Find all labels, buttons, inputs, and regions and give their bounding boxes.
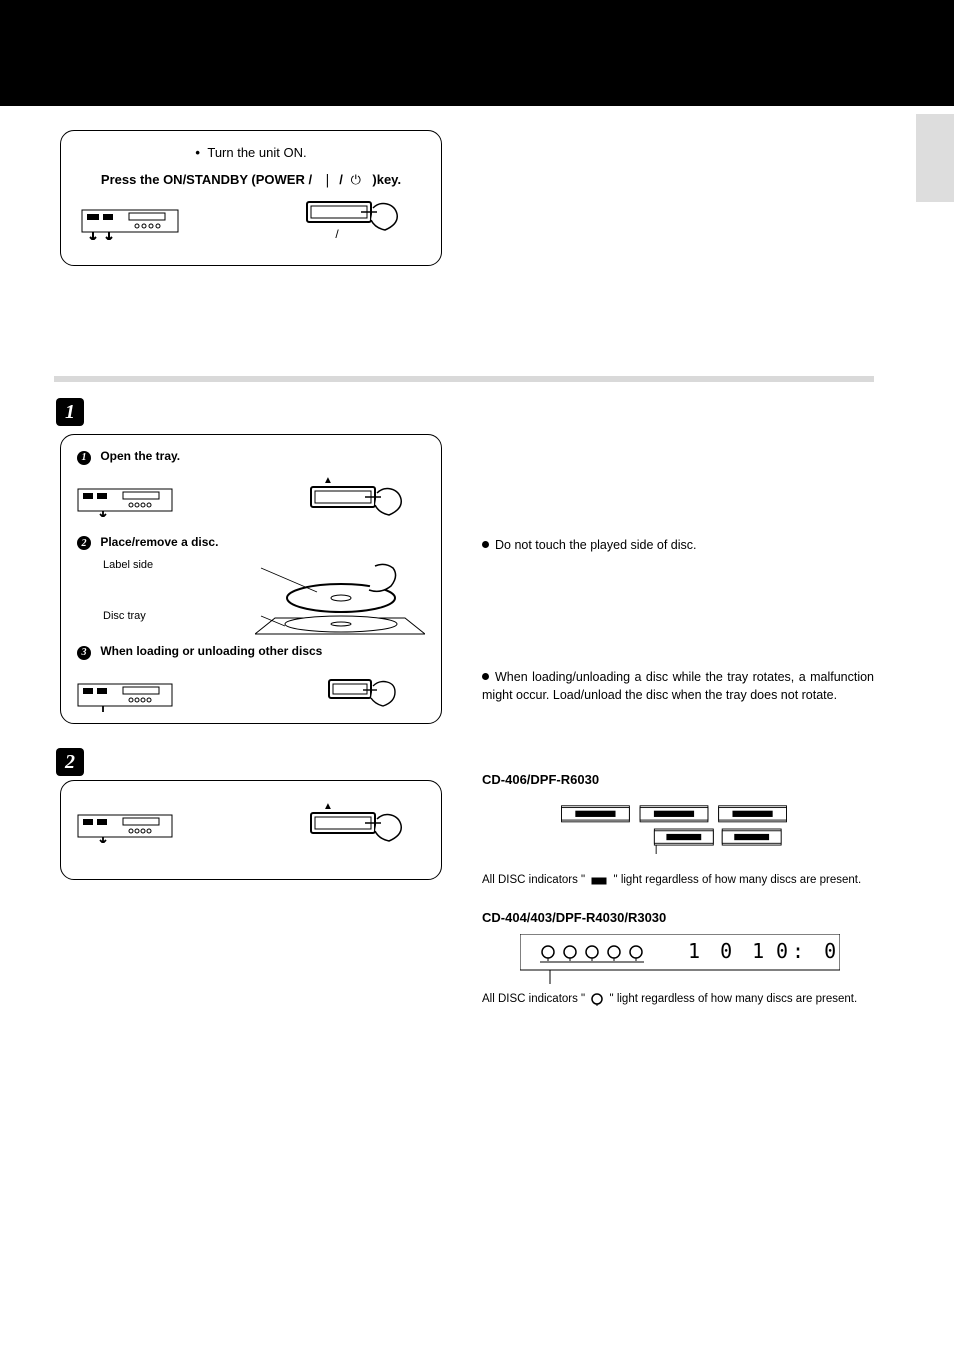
display1-icon [544,804,804,854]
svg-text:▲: ▲ [323,801,333,812]
power-on-glyph: | [316,173,339,188]
device-front-icon [77,680,173,712]
open-tray-title: 1 Open the tray. [77,449,425,465]
eject-press-icon: ▲ [305,799,425,855]
when-loading-row [77,668,425,724]
press-prefix: Press the ON/STANDBY (POWER / [101,172,312,187]
place-remove-row: Label side Disc tray [77,558,425,638]
ind1-suffix: " light regardless of how many discs are… [614,874,862,886]
device-front-icon [81,204,179,240]
display1-figure [544,804,804,854]
press-suffix: )key. [372,172,401,187]
label-side-text: Label side [103,558,153,573]
note-rotate-text: When loading/unloading a disc while the … [482,670,874,702]
section-separator [54,376,874,382]
bullet-dot-icon [482,673,489,680]
open-tray-text: Open the tray. [100,449,180,463]
device-front-icon [77,811,173,843]
model1-header: CD-406/DPF-R6030 [482,772,599,787]
display2-figure: 1 0 1 0: 0 0 [520,934,840,984]
indicator-text-2: All DISC indicators " " light regardless… [482,992,874,1009]
eject-press-icon: ▲ [305,473,425,529]
step1-panel: 1 Open the tray. ▲ [60,434,442,724]
svg-text:0: 0 0: 0: 0 0 [776,939,840,963]
step-badge-1: 1 [56,398,84,426]
place-remove-text: Place/remove a disc. [100,535,218,549]
note-no-touch: Do not touch the played side of disc. [482,536,874,554]
prep-row: / [75,198,427,246]
slot-indicator-icon [590,875,608,890]
preparation-panel: • Turn the unit ON. Press the ON/STANDBY… [60,130,442,266]
press-instruction: Press the ON/STANDBY (POWER / | / ⏻ )key… [75,172,427,188]
ind2-prefix: All DISC indicators " [482,993,585,1005]
small-press-icon [315,668,425,724]
svg-text:/: / [335,227,339,241]
step2-row: ▲ [77,799,425,855]
step-badge-2-num: 2 [65,751,75,774]
svg-text:▲: ▲ [323,475,333,486]
bullet-2-icon: 2 [77,536,91,550]
press-button-icon: / [301,198,421,246]
top-black-bar [0,0,954,106]
power-standby-glyph: ⏻ [343,173,369,188]
page: • Turn the unit ON. Press the ON/STANDBY… [0,0,954,1351]
note-no-touch-text: Do not touch the played side of disc. [495,538,697,552]
step2-panel: ▲ [60,780,442,880]
when-loading-title: 3 When loading or unloading other discs [77,644,425,660]
ind2-suffix: " light regardless of how many discs are… [610,993,858,1005]
turn-on-text: Turn the unit ON. [207,145,306,160]
turn-on-line: • Turn the unit ON. [75,145,427,160]
circle-indicator-icon [590,992,604,1009]
step-badge-2: 2 [56,748,84,776]
ind1-prefix: All DISC indicators " [482,874,585,886]
note-rotate-warning: When loading/unloading a disc while the … [482,668,874,704]
bullet-3-icon: 3 [77,646,91,660]
display2-icon: 1 0 1 0: 0 0 [520,934,840,984]
svg-text:1 0 1: 1 0 1 [688,939,768,963]
side-tab [916,114,954,202]
mini-labels: Label side Disc tray [103,558,153,625]
device-front-icon [77,485,173,517]
open-tray-row: ▲ [77,473,425,529]
when-loading-text: When loading or unloading other discs [100,644,322,658]
model2-header: CD-404/403/DPF-R4030/R3030 [482,910,666,925]
bullet-1-icon: 1 [77,451,91,465]
place-disc-icon [255,558,425,638]
bullet-dot-icon [482,541,489,548]
place-remove-title: 2 Place/remove a disc. [77,535,425,551]
indicator-text-1: All DISC indicators " " light regardless… [482,874,874,890]
disc-tray-text: Disc tray [103,609,153,624]
bullet-dot: • [195,145,200,160]
step-badge-1-num: 1 [65,401,75,424]
